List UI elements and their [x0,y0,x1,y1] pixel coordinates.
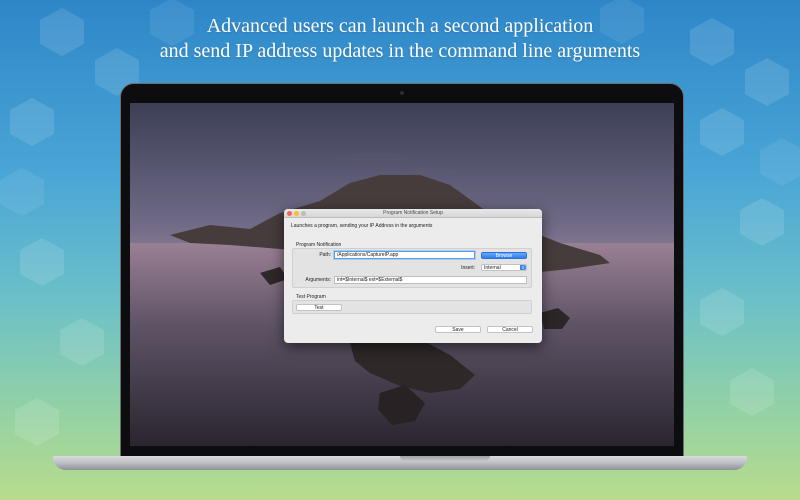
headline: Advanced users can launch a second appli… [0,14,800,64]
insert-label: Insert: [461,265,475,271]
test-button[interactable]: Test [296,304,342,311]
dialog-titlebar: Program Notification Setup [284,209,542,218]
headline-line-2: and send IP address updates in the comma… [159,40,641,62]
save-button[interactable]: Save [435,326,481,333]
arguments-input[interactable]: int=$Internal$ ext=$External$ [334,276,527,284]
dialog-description: Launches a program, sending your IP Addr… [291,223,433,229]
minimize-window-button[interactable] [294,211,299,216]
insert-select-value: Internal [484,265,501,271]
arguments-label: Arguments: [305,277,331,283]
program-notification-dialog: Program Notification Setup Launches a pr… [284,209,542,343]
laptop-notch [400,456,490,461]
laptop-screen: Program Notification Setup Launches a pr… [130,103,674,446]
browse-button[interactable]: Browse [481,252,527,259]
headline-line-1: Advanced users can launch a second appli… [206,15,594,37]
zoom-window-button [301,211,306,216]
dialog-title: Program Notification Setup [383,210,443,216]
laptop-base [53,456,747,470]
program-notification-group: Path: /Applications/CaptureIP.app Browse… [292,248,532,288]
path-input[interactable]: /Applications/CaptureIP.app [334,251,475,259]
test-program-group: Test [292,300,532,314]
camera [400,91,404,95]
laptop: Program Notification Setup Launches a pr… [120,83,684,457]
close-window-button[interactable] [287,211,292,216]
path-label: Path: [319,252,331,258]
chevron-updown-icon: ⇕ [520,265,526,270]
insert-select[interactable]: Internal ⇕ [481,264,527,271]
cancel-button[interactable]: Cancel [487,326,533,333]
